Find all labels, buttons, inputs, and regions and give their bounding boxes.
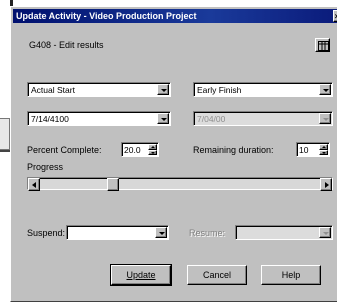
cancel-button-label: Cancel	[202, 270, 231, 280]
percent-complete-stepper[interactable]: 20.0	[121, 142, 159, 157]
update-activity-dialog: Update Activity - Video Production Proje…	[10, 6, 337, 302]
update-button-label: Update	[126, 270, 156, 280]
start-date-value: 7/14/4100	[31, 114, 69, 124]
start-type-value: Actual Start	[31, 85, 75, 95]
remaining-duration-stepper[interactable]: 10	[296, 142, 330, 157]
finish-type-value: Early Finish	[197, 85, 242, 95]
decrement-icon[interactable]	[148, 149, 157, 155]
background-window-edge	[0, 118, 10, 150]
activity-subtitle: G408 - Edit results	[29, 40, 104, 50]
remaining-duration-label: Remaining duration:	[193, 145, 274, 155]
start-type-select[interactable]: Actual Start	[27, 82, 171, 97]
chevron-down-icon[interactable]	[157, 84, 169, 95]
columns-icon	[318, 41, 329, 51]
finish-type-select[interactable]: Early Finish	[193, 82, 333, 97]
finish-date-field: 7/04/00	[193, 111, 333, 126]
title-bar[interactable]: Update Activity - Video Production Proje…	[13, 9, 337, 23]
close-button[interactable]: ×	[333, 10, 337, 22]
help-button-label: Help	[281, 270, 301, 280]
calendar-dropdown-icon[interactable]	[155, 227, 167, 238]
cancel-button[interactable]: Cancel	[187, 265, 247, 285]
resume-label: Resume:	[189, 228, 226, 238]
chevron-down-icon[interactable]	[319, 84, 331, 95]
resume-date-field	[235, 225, 333, 240]
percent-complete-value: 20.0	[124, 145, 141, 155]
update-button[interactable]: Update	[110, 264, 172, 286]
suspend-date-field[interactable]	[66, 225, 169, 240]
progress-thumb[interactable]	[107, 178, 119, 191]
help-button[interactable]: Help	[261, 265, 321, 285]
columns-button[interactable]	[315, 38, 330, 52]
calendar-dropdown-icon[interactable]	[157, 113, 169, 124]
calendar-dropdown-icon	[319, 227, 331, 238]
suspend-label: Suspend:	[27, 228, 66, 238]
percent-complete-label: Percent Complete:	[27, 145, 102, 155]
scroll-right-icon[interactable]	[320, 178, 332, 191]
window-title: Update Activity - Video Production Proje…	[16, 11, 197, 21]
progress-label: Progress	[27, 162, 64, 172]
finish-date-value: 7/04/00	[197, 114, 226, 124]
decrement-icon[interactable]	[319, 149, 328, 155]
progress-slider[interactable]	[27, 177, 333, 191]
remaining-duration-value: 10	[299, 145, 309, 155]
scroll-left-icon[interactable]	[28, 178, 40, 191]
start-date-field[interactable]: 7/14/4100	[27, 111, 171, 126]
calendar-dropdown-icon	[319, 113, 331, 124]
